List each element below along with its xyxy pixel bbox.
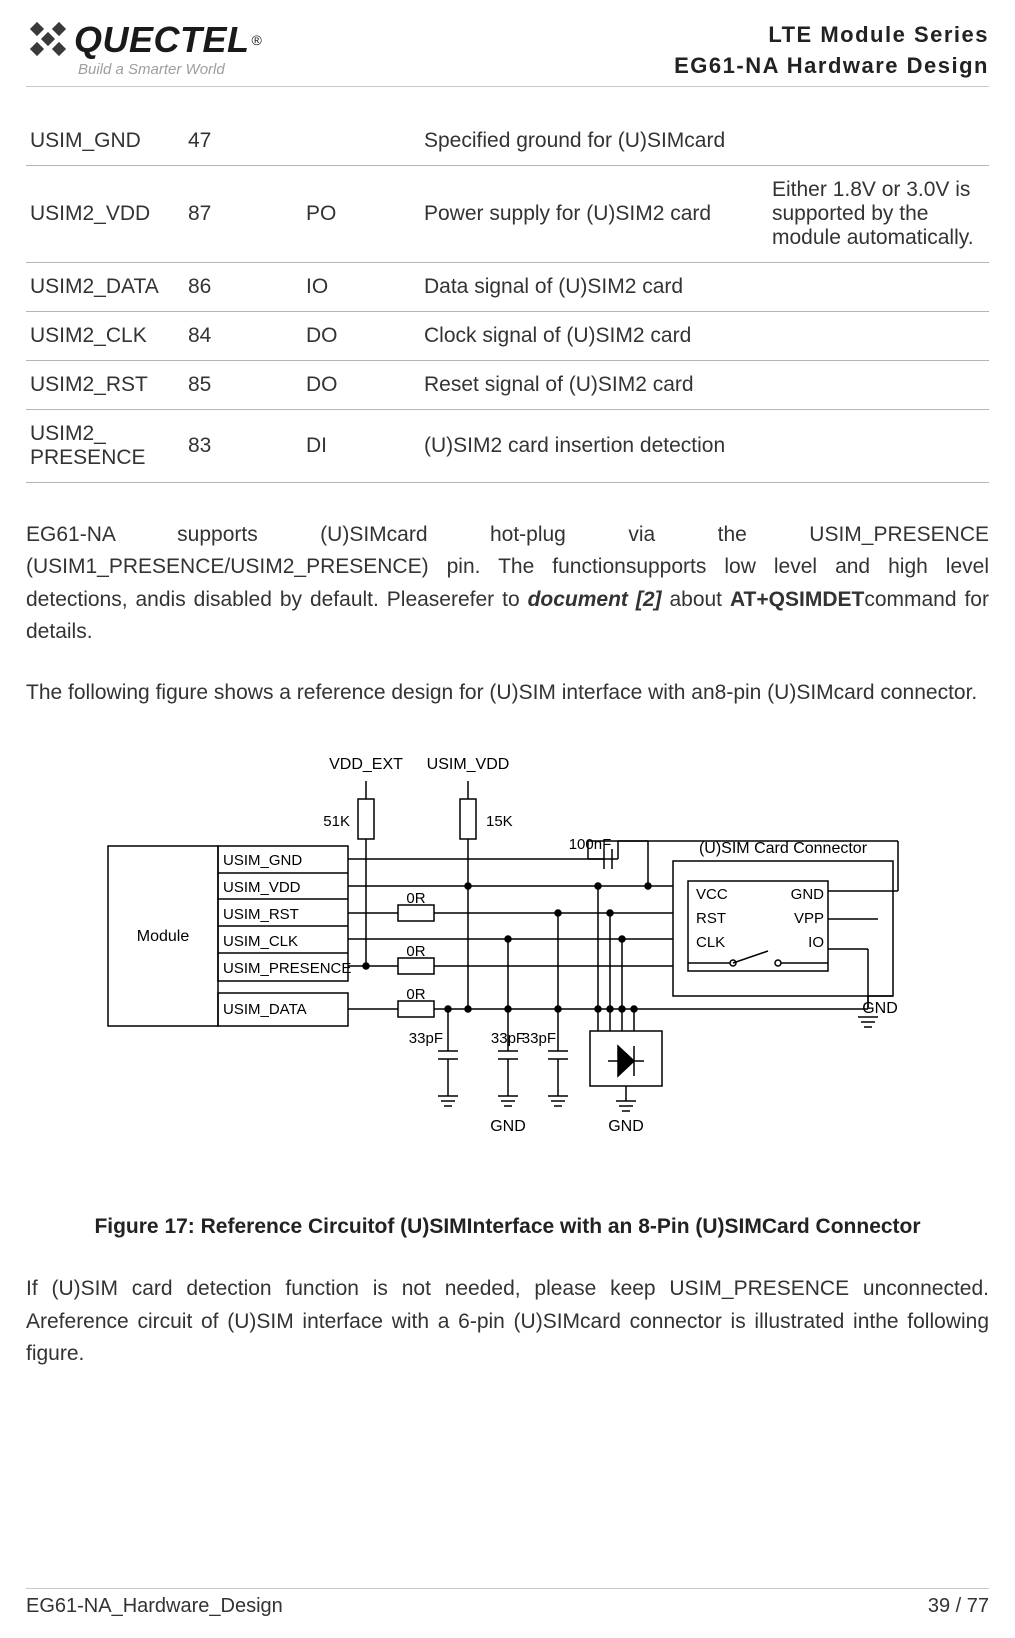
- pin-desc: Data signal of (U)SIM2 card: [420, 262, 768, 311]
- pin-number: 83: [184, 409, 302, 482]
- pin-number: 47: [184, 117, 302, 166]
- pin-desc: Specified ground for (U)SIMcard: [420, 117, 768, 166]
- svg-text:GND: GND: [790, 886, 824, 903]
- pin-io: [302, 117, 420, 166]
- svg-text:USIM_RST: USIM_RST: [223, 906, 299, 923]
- pin-name: USIM2_ PRESENCE: [26, 409, 184, 482]
- pin-number: 87: [184, 165, 302, 262]
- figure-caption: Figure 17: Reference Circuitof (U)SIMInt…: [26, 1215, 989, 1239]
- paragraph-1: EG61-NA supports (U)SIMcard hot-plug via…: [26, 519, 989, 649]
- brand-mark-icon: [26, 20, 74, 60]
- table-row: USIM2_CLK 84 DO Clock signal of (U)SIM2 …: [26, 311, 989, 360]
- svg-text:VPP: VPP: [793, 910, 823, 927]
- paragraph-3: If (U)SIM card detection function is not…: [26, 1273, 989, 1371]
- svg-text:USIM_GND: USIM_GND: [223, 852, 302, 869]
- brand-registered: ®: [252, 33, 262, 47]
- pin-comment: [768, 360, 989, 409]
- table-row: USIM2_DATA 86 IO Data signal of (U)SIM2 …: [26, 262, 989, 311]
- pin-comment: [768, 311, 989, 360]
- brand-name: QUECTEL: [74, 22, 250, 58]
- page-footer: EG61-NA_Hardware_Design 39 / 77: [26, 1588, 989, 1618]
- at-command: AT+QSIMDET: [730, 588, 864, 611]
- svg-text:GND: GND: [608, 1118, 644, 1135]
- pin-number: 85: [184, 360, 302, 409]
- brand-logo: QUECTEL ® Build a Smarter World: [26, 20, 262, 77]
- footer-page-number: 39 / 77: [928, 1595, 989, 1618]
- svg-text:15K: 15K: [486, 813, 513, 830]
- footer-doc-name: EG61-NA_Hardware_Design: [26, 1595, 283, 1618]
- pin-io: PO: [302, 165, 420, 262]
- usim-reference-circuit-diagram: Module USIM_GND USIM_VDD USIM_RST USIM_C…: [98, 731, 918, 1191]
- svg-text:33pF: 33pF: [521, 1030, 555, 1047]
- table-row: USIM_GND 47 Specified ground for (U)SIMc…: [26, 117, 989, 166]
- pin-name: USIM_GND: [26, 117, 184, 166]
- svg-text:0R: 0R: [406, 890, 425, 907]
- svg-text:IO: IO: [808, 934, 824, 951]
- paragraph-2: The following figure shows a reference d…: [26, 677, 989, 710]
- svg-text:USIM_VDD: USIM_VDD: [223, 879, 301, 896]
- doc-series: LTE Module Series: [674, 20, 989, 51]
- svg-text:Module: Module: [136, 928, 189, 945]
- pin-io: IO: [302, 262, 420, 311]
- svg-text:USIM_VDD: USIM_VDD: [426, 756, 509, 773]
- pin-comment: [768, 409, 989, 482]
- svg-text:CLK: CLK: [696, 934, 725, 951]
- svg-text:51K: 51K: [323, 813, 350, 830]
- svg-text:USIM_DATA: USIM_DATA: [223, 1001, 307, 1018]
- table-row: USIM2_ PRESENCE 83 DI (U)SIM2 card inser…: [26, 409, 989, 482]
- pin-name: USIM2_RST: [26, 360, 184, 409]
- svg-text:USIM_PRESENCE: USIM_PRESENCE: [223, 960, 351, 977]
- pin-comment: [768, 117, 989, 166]
- svg-text:GND: GND: [490, 1118, 526, 1135]
- page-header: QUECTEL ® Build a Smarter World LTE Modu…: [26, 20, 989, 87]
- svg-text:VCC: VCC: [696, 886, 728, 903]
- pin-name: USIM2_CLK: [26, 311, 184, 360]
- svg-text:33pF: 33pF: [490, 1030, 524, 1047]
- brand-tagline: Build a Smarter World: [78, 62, 262, 77]
- table-row: USIM2_VDD 87 PO Power supply for (U)SIM2…: [26, 165, 989, 262]
- pin-io: DO: [302, 360, 420, 409]
- svg-text:100nF: 100nF: [568, 836, 611, 853]
- pin-desc: (U)SIM2 card insertion detection: [420, 409, 768, 482]
- svg-text:0R: 0R: [406, 943, 425, 960]
- pin-io: DO: [302, 311, 420, 360]
- pin-io: DI: [302, 409, 420, 482]
- svg-text:RST: RST: [696, 910, 726, 927]
- pin-comment: [768, 262, 989, 311]
- pin-desc: Clock signal of (U)SIM2 card: [420, 311, 768, 360]
- pin-table: USIM_GND 47 Specified ground for (U)SIMc…: [26, 117, 989, 483]
- svg-text:USIM_CLK: USIM_CLK: [223, 933, 298, 950]
- table-row: USIM2_RST 85 DO Reset signal of (U)SIM2 …: [26, 360, 989, 409]
- doc-title-block: LTE Module Series EG61-NA Hardware Desig…: [674, 20, 989, 82]
- pin-name: USIM2_DATA: [26, 262, 184, 311]
- svg-text:(U)SIM Card Connector: (U)SIM Card Connector: [698, 840, 867, 857]
- svg-text:VDD_EXT: VDD_EXT: [329, 756, 403, 773]
- pin-name: USIM2_VDD: [26, 165, 184, 262]
- pin-number: 86: [184, 262, 302, 311]
- svg-text:33pF: 33pF: [408, 1030, 442, 1047]
- pin-comment: Either 1.8V or 3.0V is supported by the …: [768, 165, 989, 262]
- pin-number: 84: [184, 311, 302, 360]
- svg-text:GND: GND: [862, 1000, 898, 1017]
- pin-desc: Reset signal of (U)SIM2 card: [420, 360, 768, 409]
- doc-reference: document [2]: [528, 588, 662, 611]
- svg-text:0R: 0R: [406, 986, 425, 1003]
- doc-subtitle: EG61-NA Hardware Design: [674, 51, 989, 82]
- pin-desc: Power supply for (U)SIM2 card: [420, 165, 768, 262]
- figure-17: Module USIM_GND USIM_VDD USIM_RST USIM_C…: [26, 731, 989, 1191]
